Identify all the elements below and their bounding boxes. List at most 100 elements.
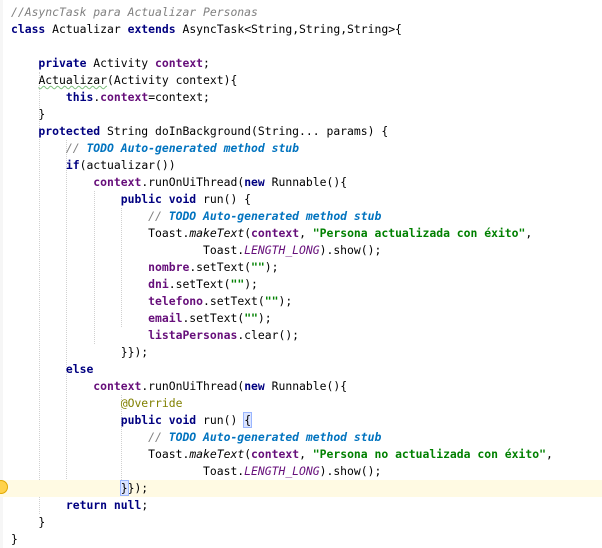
code-line[interactable]: context.runOnUiThread(new Runnable(){ <box>0 174 602 191</box>
code-line[interactable]: if(actualizar()) <box>0 157 602 174</box>
code-token: context <box>251 447 300 461</box>
code-token: .setText( <box>182 311 245 325</box>
code-line[interactable]: public void run() { <box>0 191 602 208</box>
code-token: "" <box>244 311 258 325</box>
code-token: .runOnUiThread( <box>141 379 245 393</box>
code-line[interactable]: protected String doInBackground(String..… <box>0 123 602 140</box>
code-token: .setText( <box>168 277 231 291</box>
code-token: ); <box>244 277 258 291</box>
code-token: , <box>545 447 553 461</box>
code-line[interactable]: email.setText(""); <box>0 310 602 327</box>
code-token: if <box>65 158 80 172</box>
code-line[interactable] <box>0 38 602 55</box>
code-token: // <box>11 141 87 155</box>
code-token: (actualizar()) <box>79 158 176 172</box>
code-token: email <box>148 311 183 325</box>
code-token: makeText <box>189 226 245 240</box>
code-token: =context; <box>148 90 210 104</box>
code-token: ).show(); <box>319 243 382 257</box>
code-token: else <box>65 362 94 376</box>
code-line[interactable]: public void run() { <box>0 412 602 429</box>
code-token: ); <box>257 311 272 325</box>
code-line[interactable]: }}); <box>0 344 602 361</box>
code-token: .setText( <box>203 294 265 308</box>
code-token: .clear(); <box>237 328 300 342</box>
code-token: } <box>11 532 18 546</box>
code-token: }}); <box>11 345 149 359</box>
code-token: Toast. <box>11 464 245 478</box>
code-line[interactable]: Toast.makeText(context, "Persona no actu… <box>0 446 602 463</box>
code-line[interactable]: } <box>0 106 602 123</box>
code-line[interactable]: private Activity context; <box>0 55 602 72</box>
code-token: Runnable(){ <box>271 379 348 393</box>
code-token: Actualizar <box>52 22 128 36</box>
code-line[interactable]: return null; <box>0 497 602 514</box>
code-token: ); <box>278 294 293 308</box>
code-token: TODO Auto-generated method stub <box>168 209 382 223</box>
code-token: //AsyncTask para Actualizar Personas <box>11 5 258 19</box>
code-token: return null <box>65 498 142 512</box>
code-line[interactable]: Toast.makeText(context, "Persona actuali… <box>0 225 602 242</box>
code-line[interactable]: @Override <box>0 395 602 412</box>
code-token: (Activity context){ <box>107 73 238 87</box>
code-token: // <box>11 430 169 444</box>
code-line[interactable]: context.runOnUiThread(new Runnable(){ <box>0 378 602 395</box>
code-editor[interactable]: //AsyncTask para Actualizar Personas clas… <box>0 0 602 548</box>
code-token: context <box>93 175 142 189</box>
code-line[interactable]: listaPersonas.clear(); <box>0 327 602 344</box>
code-token: new <box>244 379 272 393</box>
code-token: this <box>65 90 94 104</box>
code-token: TODO Auto-generated method stub <box>86 141 300 155</box>
code-token: , <box>299 447 313 461</box>
code-token: Toast. <box>11 243 245 257</box>
code-line[interactable]: Toast.LENGTH_LONG).show(); <box>0 242 602 259</box>
code-token: extends <box>127 22 183 36</box>
code-token: Toast. <box>11 226 190 240</box>
code-token: context <box>100 90 149 104</box>
code-token: run() { <box>203 192 252 206</box>
code-token: }); <box>127 481 149 495</box>
code-token: run() <box>203 413 245 427</box>
code-line[interactable]: // TODO Auto-generated method stub <box>0 429 602 446</box>
code-line[interactable]: // TODO Auto-generated method stub <box>0 140 602 157</box>
code-token: nombre <box>148 260 190 274</box>
code-line[interactable]: } <box>0 531 602 548</box>
code-token: { <box>243 412 253 428</box>
code-line[interactable]: //AsyncTask para Actualizar Personas <box>0 4 602 21</box>
code-token: String doInBackground(String... params) … <box>107 124 389 138</box>
code-token: Runnable(){ <box>271 175 348 189</box>
code-line[interactable]: class Actualizar extends AsyncTask<Strin… <box>0 21 602 38</box>
code-line[interactable]: Actualizar(Activity context){ <box>0 72 602 89</box>
code-token: "Persona no actualizada con éxito" <box>312 447 546 461</box>
code-token: .runOnUiThread( <box>141 175 245 189</box>
code-line[interactable]: nombre.setText(""); <box>0 259 602 276</box>
code-line[interactable]: } <box>0 514 602 531</box>
code-token: private <box>11 56 94 70</box>
code-line[interactable]: dni.setText(""); <box>0 276 602 293</box>
code-token: .setText( <box>189 260 252 274</box>
code-token: "" <box>230 277 245 291</box>
code-line[interactable]: }}); <box>0 480 602 497</box>
code-line[interactable]: Toast.LENGTH_LONG).show(); <box>0 463 602 480</box>
code-line[interactable]: // TODO Auto-generated method stub <box>0 208 602 225</box>
code-line[interactable]: this.context=context; <box>0 89 602 106</box>
code-token: "" <box>251 260 265 274</box>
code-line[interactable]: telefono.setText(""); <box>0 293 602 310</box>
code-line[interactable]: else <box>0 361 602 378</box>
code-token: new <box>244 175 272 189</box>
code-token: } <box>119 480 129 496</box>
code-token: public void <box>120 413 204 427</box>
